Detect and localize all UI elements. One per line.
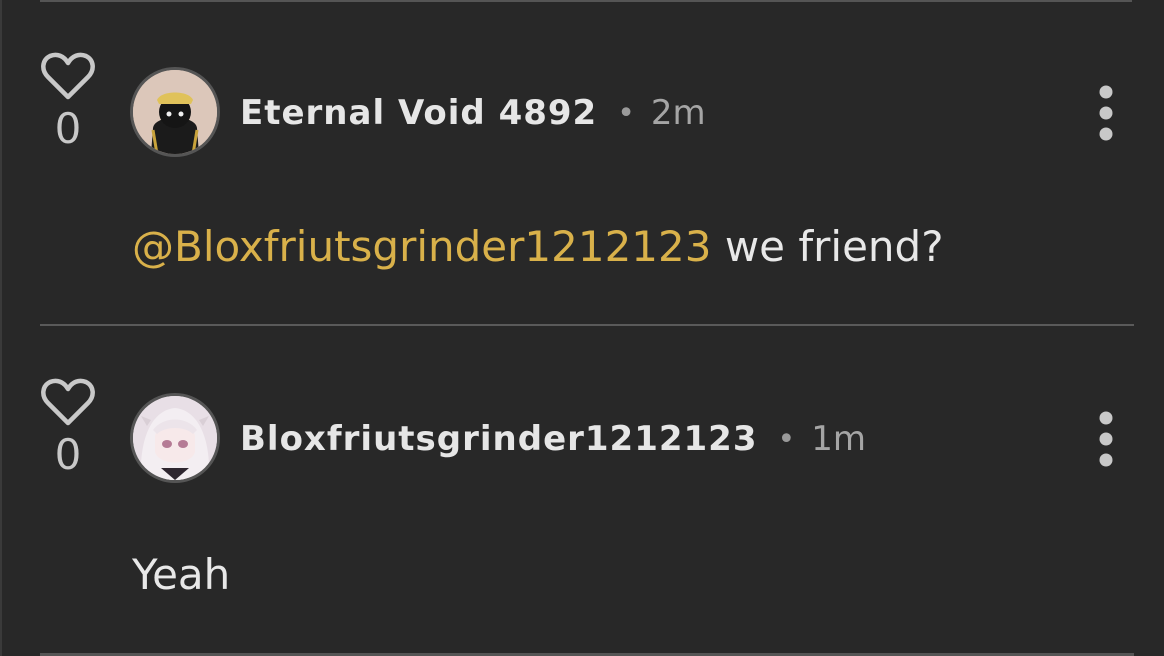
- like-column: 0: [40, 378, 96, 478]
- comment-body: we friend?: [711, 222, 944, 271]
- avatar-image: [133, 396, 217, 480]
- mention-link[interactable]: @Bloxfriutsgrinder1212123: [132, 222, 711, 271]
- avatar[interactable]: [130, 393, 220, 483]
- separator-dot: •: [617, 95, 635, 131]
- comment-text: @Bloxfriutsgrinder1212123 we friend?: [132, 222, 944, 271]
- more-vertical-icon[interactable]: [1092, 410, 1120, 470]
- timestamp: 1m: [811, 419, 866, 459]
- like-column: 0: [40, 52, 96, 152]
- separator-dot: •: [777, 421, 796, 457]
- comment-body: Yeah: [132, 550, 231, 599]
- author-line: Bloxfriutsgrinder1212123 • 1m: [240, 416, 866, 462]
- heart-icon[interactable]: [40, 52, 96, 102]
- comment-item: 0 Eternal Void 4892 • 2m @Bloxfriutsgrin…: [2, 0, 1164, 326]
- avatar-image: [133, 70, 217, 154]
- avatar[interactable]: [130, 67, 220, 157]
- comment-item: 0 Bloxfriutsgrinder1212123 • 1m Yeah: [2, 326, 1164, 656]
- like-count: 0: [54, 104, 82, 153]
- author-line: Eternal Void 4892 • 2m: [240, 90, 706, 136]
- timestamp: 2m: [650, 93, 706, 133]
- more-vertical-icon[interactable]: [1092, 84, 1120, 144]
- author-name[interactable]: Eternal Void 4892: [240, 93, 597, 133]
- like-count: 0: [54, 430, 82, 479]
- comments-panel: 0 Eternal Void 4892 • 2m @Bloxfriutsgrin…: [0, 0, 1164, 656]
- heart-icon[interactable]: [40, 378, 96, 428]
- comment-text: Yeah: [132, 550, 230, 599]
- author-name[interactable]: Bloxfriutsgrinder1212123: [240, 419, 758, 459]
